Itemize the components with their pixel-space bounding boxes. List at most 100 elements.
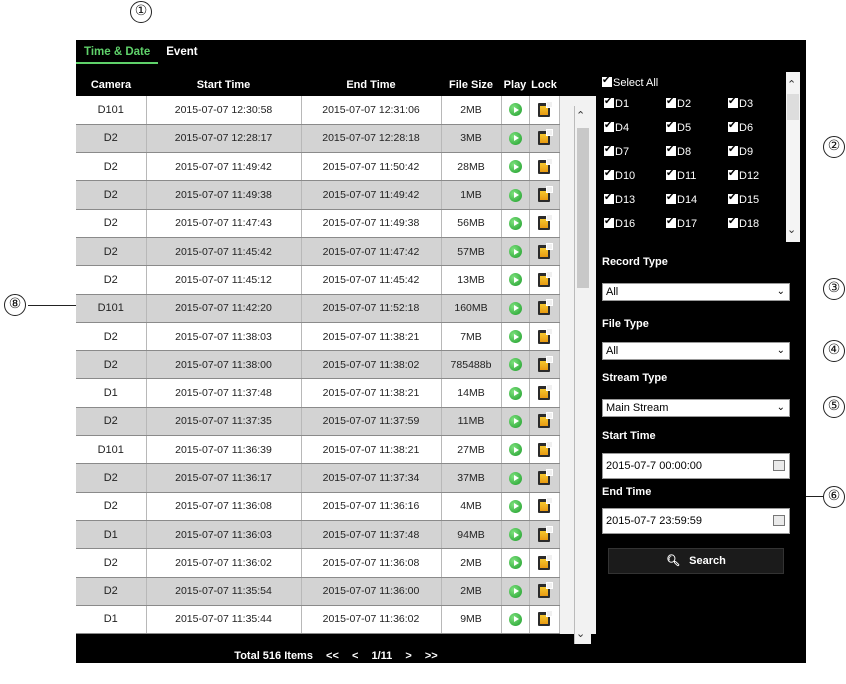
scroll-down-icon[interactable]: ⌄ — [576, 627, 585, 640]
col-camera[interactable]: Camera — [76, 74, 146, 96]
camera-checkbox-d4[interactable]: D4 — [604, 118, 629, 136]
lock-icon[interactable] — [538, 270, 553, 287]
play-icon[interactable] — [508, 131, 522, 145]
play-icon[interactable] — [508, 160, 522, 174]
camera-checkbox-d9[interactable]: D9 — [728, 142, 753, 160]
next-page-button[interactable]: > — [405, 650, 411, 662]
camera-checkbox-d5[interactable]: D5 — [666, 118, 691, 136]
tab-time-date[interactable]: Time & Date — [76, 42, 159, 64]
lock-icon[interactable] — [538, 384, 553, 401]
lock-icon[interactable] — [538, 469, 553, 485]
lock-icon[interactable] — [538, 157, 553, 174]
camera-checkbox-d8[interactable]: D8 — [666, 142, 691, 160]
file-type-select[interactable]: All ⌄ — [602, 342, 790, 360]
play-icon[interactable] — [508, 330, 522, 344]
table-row[interactable]: D1 2015-07-07 11:35:44 2015-07-07 11:36:02… — [76, 605, 596, 635]
lock-icon[interactable] — [538, 100, 553, 117]
first-page-button[interactable]: << — [326, 650, 339, 662]
lock-icon[interactable] — [538, 129, 553, 146]
col-file-size[interactable]: File Size — [441, 74, 501, 96]
table-row[interactable]: D101 2015-07-07 11:36:39 2015-07-07 11:38:… — [76, 435, 596, 465]
table-row[interactable]: D2 2015-07-07 11:36:17 2015-07-07 11:37:34… — [76, 463, 596, 493]
table-row[interactable]: D101 2015-07-07 11:42:20 2015-07-07 11:52:… — [76, 294, 596, 323]
col-end-time[interactable]: End Time — [301, 74, 441, 96]
play-icon[interactable] — [508, 556, 522, 570]
table-row[interactable]: D2 2015-07-07 11:38:00 2015-07-07 11:38:02… — [76, 350, 596, 380]
table-row[interactable]: D2 2015-07-07 11:36:02 2015-07-07 11:36:08… — [76, 548, 596, 578]
start-time-input[interactable]: 2015-07-7 00:00:00 — [602, 453, 790, 479]
play-icon[interactable] — [508, 103, 522, 117]
lock-icon[interactable] — [538, 186, 553, 203]
camera-checkbox-d15[interactable]: D15 — [728, 190, 759, 208]
checklist-scroll-up-icon[interactable]: ⌃ — [787, 78, 796, 91]
camera-checkbox-d11[interactable]: D11 — [666, 166, 696, 184]
play-icon[interactable] — [508, 188, 522, 202]
lock-icon[interactable] — [538, 355, 553, 372]
col-start-time[interactable]: Start Time — [146, 74, 301, 96]
play-icon[interactable] — [508, 414, 522, 428]
lock-icon[interactable] — [538, 214, 553, 231]
play-icon[interactable] — [508, 358, 522, 372]
stream-type-select[interactable]: Main Stream ⌄ — [602, 399, 790, 417]
play-icon[interactable] — [508, 301, 522, 315]
table-row[interactable]: D2 2015-07-07 11:36:08 2015-07-07 11:36:16… — [76, 492, 596, 521]
table-scrollbar[interactable]: ⌃ ⌄ — [574, 106, 591, 644]
record-type-select[interactable]: All ⌄ — [602, 283, 790, 301]
camera-checkbox-d12[interactable]: D12 — [728, 166, 759, 184]
table-row[interactable]: D2 2015-07-07 11:45:42 2015-07-07 11:47:42… — [76, 237, 596, 267]
play-icon[interactable] — [508, 216, 522, 230]
lock-icon[interactable] — [538, 610, 553, 627]
lock-icon[interactable] — [538, 412, 553, 429]
checklist-scrollbar[interactable]: ⌃ ⌄ — [786, 72, 800, 242]
play-icon[interactable] — [508, 528, 522, 542]
lock-icon[interactable] — [538, 553, 553, 570]
table-row[interactable]: D1 2015-07-07 11:36:03 2015-07-07 11:37:48… — [76, 520, 596, 550]
calendar-icon[interactable] — [773, 460, 785, 471]
camera-checkbox-d6[interactable]: D6 — [728, 118, 753, 136]
table-row[interactable]: D2 2015-07-07 11:49:42 2015-07-07 11:50:42… — [76, 152, 596, 182]
lock-icon[interactable] — [538, 299, 553, 316]
scroll-up-icon[interactable]: ⌃ — [576, 109, 585, 122]
play-icon[interactable] — [508, 499, 522, 513]
search-button[interactable]: 🔍︎ Search — [608, 548, 784, 574]
prev-page-button[interactable]: < — [352, 650, 358, 662]
lock-icon[interactable] — [538, 327, 553, 344]
table-row[interactable]: D101 2015-07-07 12:30:58 2015-07-07 12:31:… — [76, 96, 596, 125]
camera-checkbox-d17[interactable]: D17 — [666, 214, 697, 232]
table-row[interactable]: D2 2015-07-07 12:28:17 2015-07-07 12:28:18… — [76, 124, 596, 154]
table-row[interactable]: D2 2015-07-07 11:47:43 2015-07-07 11:49:38… — [76, 209, 596, 238]
camera-checkbox-d14[interactable]: D14 — [666, 190, 697, 208]
end-time-input[interactable]: 2015-07-7 23:59:59 — [602, 508, 790, 534]
table-row[interactable]: D2 2015-07-07 11:49:38 2015-07-07 11:49:42… — [76, 180, 596, 210]
select-all-checkbox[interactable]: Select All — [602, 73, 658, 91]
play-icon[interactable] — [508, 245, 522, 259]
lock-icon[interactable] — [538, 440, 553, 457]
camera-checkbox-d18[interactable]: D18 — [728, 214, 759, 232]
table-row[interactable]: D2 2015-07-07 11:37:35 2015-07-07 11:37:59… — [76, 407, 596, 437]
table-scroll-thumb[interactable] — [577, 128, 589, 288]
camera-checkbox-d7[interactable]: D7 — [604, 142, 629, 160]
play-icon[interactable] — [508, 612, 522, 626]
last-page-button[interactable]: >> — [425, 650, 438, 662]
table-row[interactable]: D2 2015-07-07 11:45:12 2015-07-07 11:45:42… — [76, 265, 596, 295]
camera-checkbox-d2[interactable]: D2 — [666, 94, 691, 112]
table-row[interactable]: D2 2015-07-07 11:35:54 2015-07-07 11:36:00… — [76, 577, 596, 606]
lock-icon[interactable] — [538, 582, 553, 599]
camera-checkbox-d10[interactable]: D10 — [604, 166, 635, 184]
lock-icon[interactable] — [538, 242, 553, 259]
calendar-icon[interactable] — [773, 515, 785, 526]
checklist-scroll-down-icon[interactable]: ⌄ — [787, 223, 796, 236]
table-row[interactable]: D2 2015-07-07 11:38:03 2015-07-07 11:38:21… — [76, 322, 596, 352]
play-icon[interactable] — [508, 584, 522, 598]
camera-checkbox-d1[interactable]: D1 — [604, 94, 629, 112]
tab-event[interactable]: Event — [158, 42, 205, 64]
play-icon[interactable] — [508, 386, 522, 400]
camera-checkbox-d16[interactable]: D16 — [604, 214, 635, 232]
checklist-scroll-thumb[interactable] — [787, 94, 799, 120]
lock-icon[interactable] — [538, 525, 553, 542]
play-icon[interactable] — [508, 471, 522, 485]
table-row[interactable]: D1 2015-07-07 11:37:48 2015-07-07 11:38:21… — [76, 378, 596, 408]
camera-checkbox-d13[interactable]: D13 — [604, 190, 635, 208]
camera-checkbox-d3[interactable]: D3 — [728, 94, 753, 112]
lock-icon[interactable] — [538, 497, 553, 514]
